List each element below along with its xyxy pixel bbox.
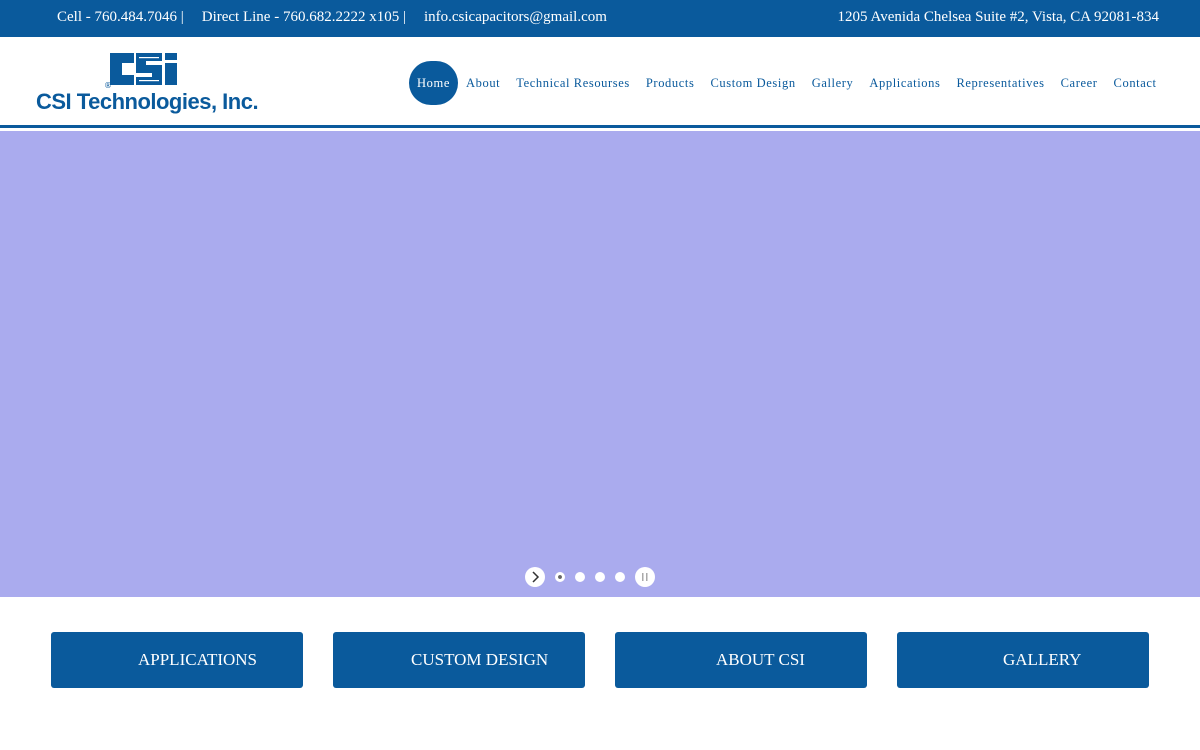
pause-slider-button[interactable]: [635, 567, 655, 587]
site-header: ® CSI Technologies, Inc. Home About Tech…: [0, 37, 1200, 128]
nav-about[interactable]: About: [458, 61, 508, 105]
about-csi-button-label: ABOUT CSI: [716, 650, 805, 669]
about-csi-button[interactable]: ABOUT CSI: [615, 632, 867, 688]
nav-applications[interactable]: Applications: [861, 61, 948, 105]
slide-dot-2[interactable]: [575, 572, 585, 582]
custom-design-button-label: CUSTOM DESIGN: [411, 650, 549, 669]
chevron-right-icon: [532, 571, 540, 583]
slider-controls: [525, 567, 655, 587]
registered-mark: ®: [104, 81, 112, 89]
nav-technical-resources[interactable]: Technical Resourses: [508, 61, 638, 105]
company-logo[interactable]: ® CSI Technologies, Inc.: [36, 49, 259, 119]
slide-dot-1[interactable]: [555, 572, 565, 582]
address-text: 1205 Avenida Chelsea Suite #2, Vista, CA…: [837, 9, 1159, 25]
email-link[interactable]: info.csicapacitors@gmail.com: [424, 9, 607, 26]
applications-button[interactable]: APPLICATIONS: [51, 632, 303, 688]
contact-info: Cell - 760.484.7046 | Direct Line - 760.…: [57, 9, 625, 26]
cell-phone[interactable]: Cell - 760.484.7046 |: [57, 9, 184, 26]
nav-representatives[interactable]: Representatives: [948, 61, 1052, 105]
nav-home[interactable]: Home: [409, 61, 458, 105]
applications-button-label: APPLICATIONS: [138, 650, 258, 669]
nav-custom-design[interactable]: Custom Design: [702, 61, 803, 105]
direct-line[interactable]: Direct Line - 760.682.2222 x105 |: [202, 9, 406, 26]
slide-dot-3[interactable]: [595, 572, 605, 582]
main-navigation: Home About Technical Resourses Products …: [409, 61, 1165, 105]
pause-icon: [642, 573, 648, 581]
nav-contact[interactable]: Contact: [1106, 61, 1165, 105]
gallery-button-label: GALLERY: [1003, 650, 1082, 669]
hero-slider: [0, 131, 1200, 597]
next-slide-button[interactable]: [525, 567, 545, 587]
csi-logo-mark: ®: [104, 53, 177, 89]
top-contact-bar: Cell - 760.484.7046 | Direct Line - 760.…: [0, 0, 1200, 37]
nav-gallery[interactable]: Gallery: [804, 61, 862, 105]
nav-career[interactable]: Career: [1053, 61, 1106, 105]
nav-products[interactable]: Products: [638, 61, 703, 105]
company-name: CSI Technologies, Inc.: [36, 89, 259, 114]
custom-design-button[interactable]: CUSTOM DESIGN: [333, 632, 585, 688]
gallery-button[interactable]: GALLERY: [897, 632, 1149, 688]
slide-dot-4[interactable]: [615, 572, 625, 582]
